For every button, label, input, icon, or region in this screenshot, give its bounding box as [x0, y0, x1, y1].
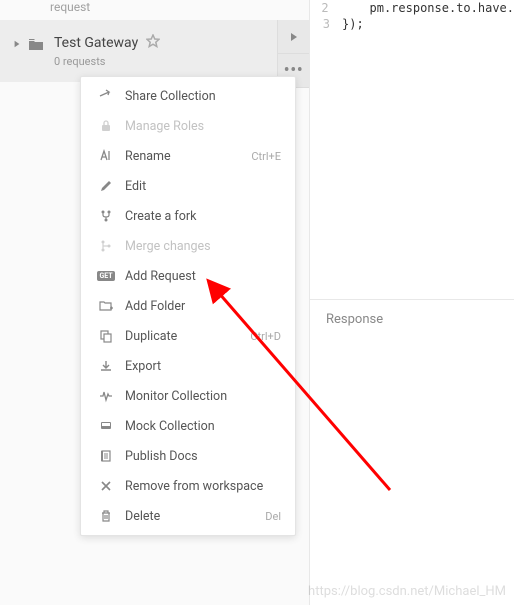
prev-collection-item[interactable]: request — [0, 0, 309, 20]
folder-icon — [28, 37, 44, 53]
code-editor[interactable]: 2 pm.response.to.have. 3 }); — [310, 0, 514, 300]
code-text: pm.response.to.have. — [341, 0, 514, 16]
run-button[interactable] — [277, 20, 309, 54]
menu-delete[interactable]: Delete Del — [81, 501, 295, 531]
menu-manage-roles: Manage Roles — [81, 111, 295, 141]
menu-merge-changes: Merge changes — [81, 231, 295, 261]
menu-label: Share Collection — [125, 89, 281, 104]
collection-text: Test Gateway 0 requests — [54, 34, 299, 68]
share-icon — [95, 88, 117, 104]
duplicate-icon — [95, 328, 117, 344]
collection-name: Test Gateway — [54, 35, 138, 51]
code-text: }); — [342, 16, 364, 32]
get-icon: GET — [95, 268, 117, 284]
menu-add-request[interactable]: GET Add Request — [81, 261, 295, 291]
folder-add-icon — [95, 298, 117, 314]
delete-icon — [95, 508, 117, 524]
menu-label: Add Folder — [125, 299, 281, 314]
mock-icon — [95, 418, 117, 434]
menu-create-fork[interactable]: Create a fork — [81, 201, 295, 231]
star-icon[interactable] — [146, 34, 160, 52]
lock-icon — [95, 118, 117, 134]
menu-label: Edit — [125, 179, 281, 194]
remove-icon — [95, 478, 117, 494]
menu-label: Merge changes — [125, 239, 281, 254]
menu-monitor-collection[interactable]: Monitor Collection — [81, 381, 295, 411]
menu-shortcut: Ctrl+D — [250, 330, 281, 343]
collection-title: Test Gateway — [54, 34, 299, 52]
menu-publish-docs[interactable]: Publish Docs — [81, 441, 295, 471]
code-line: 3 }); — [310, 16, 514, 32]
menu-export[interactable]: Export — [81, 351, 295, 381]
menu-label: Monitor Collection — [125, 389, 281, 404]
menu-shortcut: Del — [265, 510, 281, 523]
edit-icon — [95, 178, 117, 194]
menu-label: Create a fork — [125, 209, 281, 224]
menu-label: Manage Roles — [125, 119, 281, 134]
menu-add-folder[interactable]: Add Folder — [81, 291, 295, 321]
menu-mock-collection[interactable]: Mock Collection — [81, 411, 295, 441]
rename-icon — [95, 148, 117, 164]
line-number: 2 — [310, 0, 341, 16]
context-menu: Share Collection Manage Roles Rename Ctr… — [80, 76, 296, 536]
menu-label: Export — [125, 359, 281, 374]
merge-icon — [95, 238, 117, 254]
menu-remove-workspace[interactable]: Remove from workspace — [81, 471, 295, 501]
menu-label: Remove from workspace — [125, 479, 281, 494]
menu-rename[interactable]: Rename Ctrl+E — [81, 141, 295, 171]
publish-icon — [95, 448, 117, 464]
response-title: Response — [326, 312, 383, 327]
menu-share-collection[interactable]: Share Collection — [81, 81, 295, 111]
menu-label: Delete — [125, 509, 265, 524]
response-panel: Response — [310, 300, 514, 339]
fork-icon — [95, 208, 117, 224]
menu-label: Duplicate — [125, 329, 250, 344]
expand-caret-icon[interactable] — [12, 39, 22, 49]
menu-shortcut: Ctrl+E — [251, 150, 281, 163]
collection-row[interactable]: Test Gateway 0 requests ••• — [0, 20, 309, 82]
code-line: 2 pm.response.to.have. — [310, 0, 514, 16]
menu-label: Rename — [125, 149, 251, 164]
menu-label: Mock Collection — [125, 419, 281, 434]
monitor-icon — [95, 388, 117, 404]
line-number: 3 — [310, 16, 342, 32]
watermark: https://blog.csdn.net/Michael_HM — [308, 584, 506, 599]
collection-subtitle: 0 requests — [54, 55, 299, 68]
menu-label: Publish Docs — [125, 449, 281, 464]
menu-edit[interactable]: Edit — [81, 171, 295, 201]
export-icon — [95, 358, 117, 374]
menu-label: Add Request — [125, 269, 281, 284]
menu-duplicate[interactable]: Duplicate Ctrl+D — [81, 321, 295, 351]
